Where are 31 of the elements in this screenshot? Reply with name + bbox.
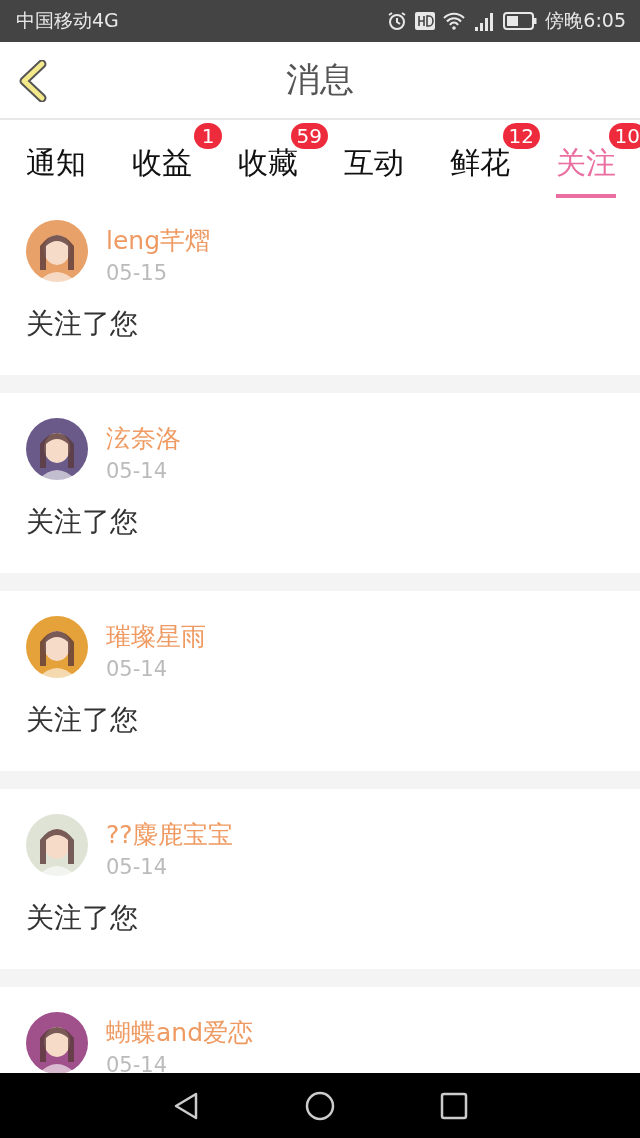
hd-icon [415, 12, 436, 30]
message-date: 05-15 [106, 261, 169, 285]
user-name[interactable]: ??麋鹿宝宝 [106, 818, 233, 851]
tab[interactable]: 收益 [132, 133, 192, 198]
count-badge: 59 [290, 123, 328, 149]
tab[interactable]: 互动 [344, 133, 404, 198]
clock-time: 傍晚6:05 [545, 8, 626, 33]
message-date: 05-14 [106, 459, 169, 483]
message-date: 05-14 [106, 1053, 169, 1073]
user-name[interactable]: 璀璨星雨 [106, 620, 206, 653]
user-name[interactable]: 蝴蝶and爱恋 [106, 1016, 254, 1049]
message-date: 05-14 [106, 855, 169, 879]
tab[interactable]: 通知 [26, 133, 86, 198]
user-name[interactable]: 泫奈洛 [106, 422, 181, 455]
alarm-icon [387, 11, 408, 31]
message-text: 关注了您 [26, 702, 139, 738]
battery-icon [503, 12, 538, 30]
page-title: 消息 [286, 58, 354, 101]
message-text: 关注了您 [26, 306, 139, 342]
home-nav-icon[interactable] [305, 1090, 335, 1121]
message-text: 关注了您 [26, 900, 139, 936]
wifi-icon [443, 12, 466, 30]
user-name[interactable]: leng芊熠 [106, 224, 211, 257]
recents-nav-icon[interactable] [439, 1091, 468, 1120]
carrier-name: 中国移动4G [16, 8, 119, 33]
count-badge: 10 [608, 123, 640, 149]
count-badge: 12 [502, 123, 540, 149]
message-date: 05-14 [106, 657, 169, 681]
message-text: 关注了您 [26, 504, 139, 540]
count-badge: 1 [194, 123, 222, 149]
signal-icon [473, 11, 496, 31]
